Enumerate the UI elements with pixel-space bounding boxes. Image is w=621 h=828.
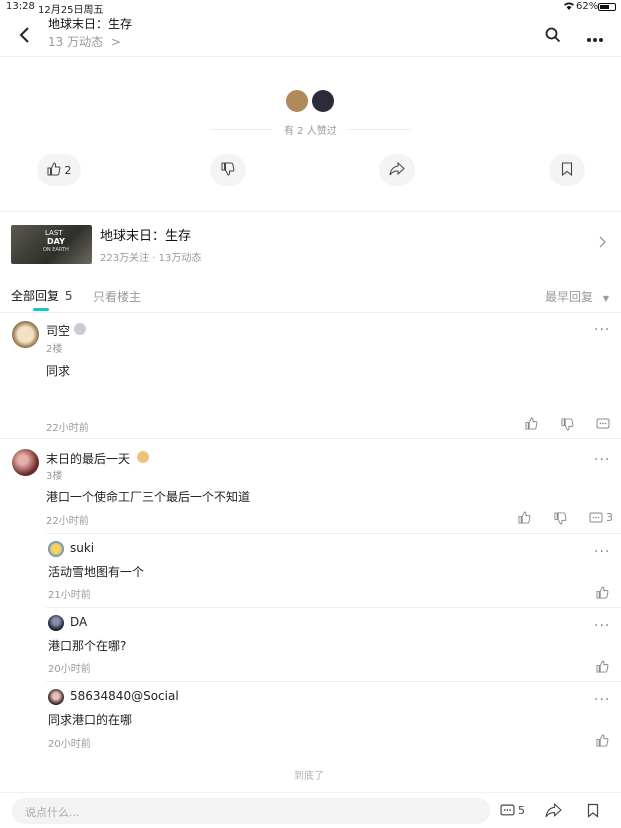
like-count: 2 (64, 163, 72, 177)
game-title: 地球末日：生存 (100, 229, 192, 244)
header: 地球末日：生存 13 万动态 > (0, 14, 621, 58)
subtitle-text: 13 万动态 (48, 35, 104, 49)
likes-line-left (210, 129, 272, 130)
thumbs-down-icon[interactable] (561, 418, 574, 431)
page-title[interactable]: 地球末日：生存 (48, 15, 132, 32)
comments-button[interactable]: 5 (500, 804, 525, 817)
battery-icon (598, 3, 616, 11)
comment-input-placeholder: 说点什么... (25, 806, 80, 819)
end-of-list: 到底了 (294, 771, 324, 782)
more-options-icon[interactable]: ··· (594, 619, 610, 633)
game-card[interactable]: LAST DAY ON EARTH 地球末日：生存 223万关注 · 13万动态 (0, 212, 621, 272)
more-options-icon[interactable]: ··· (594, 693, 610, 707)
avatar[interactable] (12, 449, 39, 476)
more-options-icon[interactable]: ··· (594, 453, 610, 467)
sub-reply-time: 21小时前 (48, 590, 91, 601)
avatar[interactable] (12, 321, 39, 348)
game-stats: 223万关注 · 13万动态 (100, 253, 202, 264)
thumbs-down-icon[interactable] (554, 512, 567, 525)
avatar[interactable] (48, 689, 64, 705)
reply-item: 末日的最后一天 3楼 ··· 港口一个使命工厂三个最后一个不知道 22小时前 3 (0, 439, 621, 534)
tab-active-indicator (33, 308, 49, 311)
thumbs-up-icon[interactable] (596, 734, 609, 747)
reply-time: 22小时前 (46, 516, 89, 527)
avatar[interactable] (48, 615, 64, 631)
thumbs-up-icon[interactable] (525, 417, 538, 430)
share-icon (389, 161, 405, 179)
dislike-button[interactable] (210, 154, 246, 186)
sub-reply-author[interactable]: 58634840@Social (70, 689, 179, 703)
avatar[interactable] (48, 541, 64, 557)
bookmark-button[interactable] (549, 154, 585, 186)
sub-reply-content: 活动雪地图有一个 (48, 565, 145, 579)
like-button[interactable]: 2 (37, 154, 81, 186)
battery-percent: 62% (576, 1, 599, 12)
share-button[interactable] (379, 154, 415, 186)
bottom-bar: 说点什么... 5 (0, 792, 621, 828)
reply-item: 司空 2楼 ··· 同求 22小时前 (0, 313, 621, 438)
comment-icon (500, 804, 515, 816)
share-icon[interactable] (545, 803, 562, 818)
caret-down-icon: ▼ (602, 294, 609, 303)
comment-count: 5 (518, 804, 525, 817)
wifi-icon (563, 1, 575, 14)
more-options-icon[interactable]: ··· (594, 323, 610, 337)
game-thumbnail: LAST DAY ON EARTH (11, 225, 92, 264)
page-subtitle[interactable]: 13 万动态 > (48, 33, 121, 50)
sort-dropdown[interactable]: 最早回复 ▼ (545, 288, 609, 305)
reply-floor: 3楼 (46, 471, 63, 482)
reply-author[interactable]: 司空 (46, 322, 70, 339)
comment-input[interactable]: 说点什么... (12, 798, 490, 824)
thumbs-down-icon (221, 162, 235, 179)
comment-icon (589, 512, 603, 522)
status-time: 13:28 (6, 1, 35, 12)
thumbs-up-icon[interactable] (596, 660, 609, 673)
sub-reply-time: 20小时前 (48, 664, 91, 675)
likes-summary[interactable]: 有 2 人赞过 (284, 122, 337, 137)
liker-avatar[interactable] (312, 90, 334, 112)
thumbs-up-icon (47, 161, 61, 179)
search-icon[interactable] (545, 27, 561, 46)
bookmark-icon (561, 161, 573, 179)
sort-label: 最早回复 (545, 290, 594, 304)
chevron-right-icon (599, 236, 606, 251)
reply-author[interactable]: 末日的最后一天 (46, 450, 130, 467)
more-options-icon[interactable]: ··· (594, 545, 610, 559)
reply-content: 港口一个使命工厂三个最后一个不知道 (46, 490, 251, 504)
sub-reply-item: 58634840@Social ··· 同求港口的在哪 20小时前 (0, 682, 621, 754)
sub-reply-author[interactable]: DA (70, 615, 87, 629)
tab-author-only[interactable]: 只看楼主 (93, 288, 141, 305)
sub-reply-author[interactable]: suki (70, 541, 94, 555)
more-icon[interactable] (586, 32, 604, 46)
comment-button[interactable]: 3 (589, 511, 613, 524)
tab-all-count: 5 (64, 289, 73, 303)
likes-line-right (348, 129, 410, 130)
chevron-right-icon: > (110, 35, 121, 49)
reply-floor: 2楼 (46, 344, 63, 355)
back-icon[interactable] (18, 26, 32, 47)
sub-reply-content: 同求港口的在哪 (48, 713, 133, 727)
bookmark-icon[interactable] (587, 803, 599, 818)
reply-count: 3 (606, 511, 613, 524)
header-divider (0, 56, 621, 57)
reply-time: 22小时前 (46, 423, 89, 434)
tab-all-label: 全部回复 (11, 289, 60, 303)
sub-reply-time: 20小时前 (48, 739, 91, 750)
level-badge-icon (137, 451, 149, 463)
reply-content: 同求 (46, 364, 71, 378)
thumbs-up-icon[interactable] (518, 511, 531, 524)
comment-icon[interactable] (596, 418, 610, 430)
sub-reply-item: suki ··· 活动雪地图有一个 21小时前 (0, 534, 621, 606)
thumbs-up-icon[interactable] (596, 586, 609, 599)
status-bar: 13:28 12月25日周五 62% (0, 0, 621, 16)
tab-all-replies[interactable]: 全部回复 5 (11, 287, 72, 304)
sub-reply-item: DA ··· 港口那个在哪? 20小时前 (0, 608, 621, 680)
verified-badge-icon (74, 323, 86, 335)
liker-avatar[interactable] (286, 90, 308, 112)
sub-reply-content: 港口那个在哪? (48, 639, 127, 653)
